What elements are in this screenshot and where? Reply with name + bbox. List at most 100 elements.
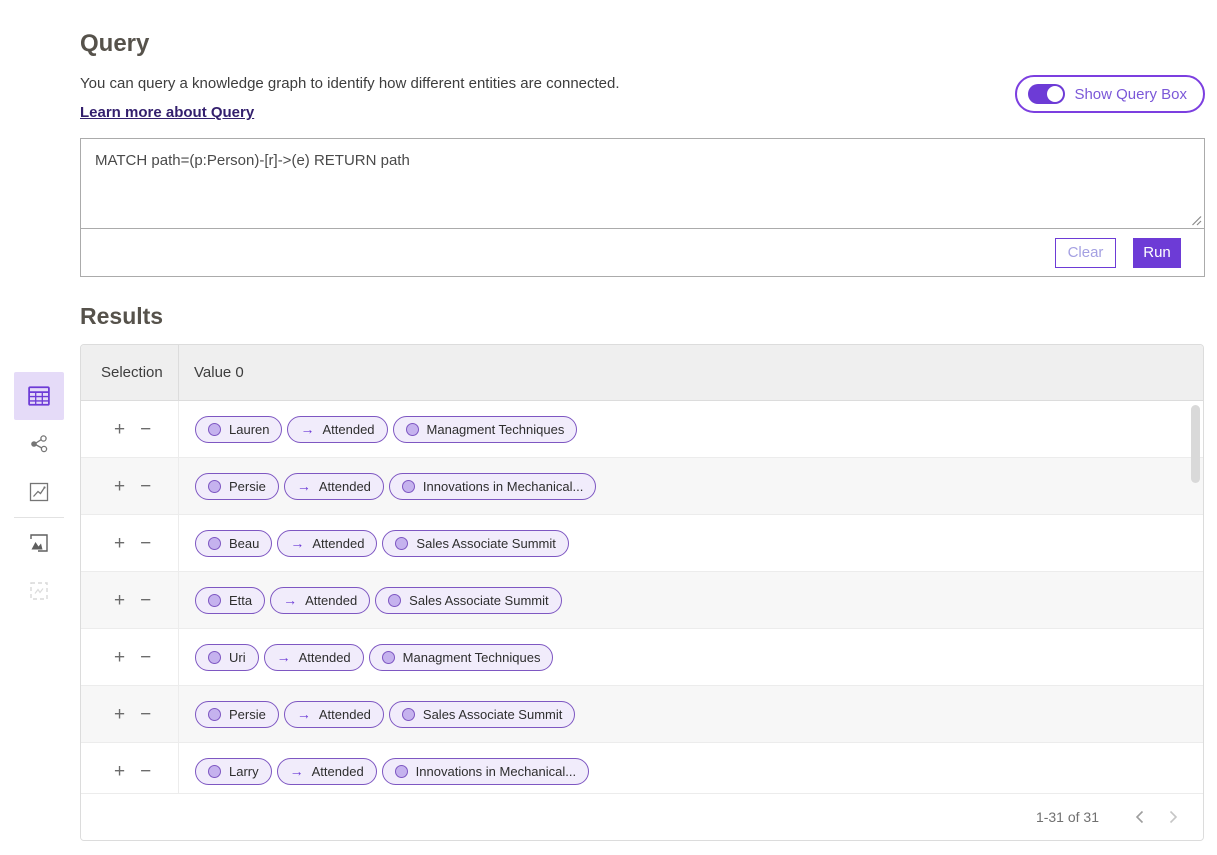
dashed-box-icon xyxy=(29,581,49,601)
selection-cell: + − xyxy=(81,572,178,628)
sidebar-divider xyxy=(14,517,64,518)
node-icon xyxy=(208,765,221,778)
arrow-right-icon: → xyxy=(297,479,311,493)
table-row: + − Larry → Attended Innovations in Mech… xyxy=(81,743,1203,793)
node-icon xyxy=(395,537,408,550)
collapse-row-button[interactable]: − xyxy=(140,705,151,724)
query-input[interactable]: MATCH path=(p:Person)-[r]->(e) RETURN pa… xyxy=(81,139,1204,229)
value-cell: Etta → Attended Sales Associate Summit xyxy=(178,572,1203,628)
selection-cell: + − xyxy=(81,401,178,457)
image-view-icon xyxy=(29,533,49,553)
entity-label: Sales Associate Summit xyxy=(409,593,548,608)
expand-row-button[interactable]: + xyxy=(114,534,125,553)
relation-label: Attended xyxy=(299,650,351,665)
table-row: + − Lauren → Attended Managment Techniqu… xyxy=(81,401,1203,458)
show-query-box-toggle[interactable]: Show Query Box xyxy=(1015,75,1205,113)
expand-row-button[interactable]: + xyxy=(114,705,125,724)
relation-chip[interactable]: → Attended xyxy=(284,473,384,500)
page-description: You can query a knowledge graph to ident… xyxy=(80,75,620,92)
arrow-right-icon: → xyxy=(297,707,311,721)
results-title: Results xyxy=(80,303,1205,330)
relation-chip[interactable]: → Attended xyxy=(277,530,377,557)
entity-chip[interactable]: Sales Associate Summit xyxy=(389,701,575,728)
entity-label: Managment Techniques xyxy=(427,422,565,437)
selection-cell: + − xyxy=(81,686,178,742)
column-header-value: Value 0 xyxy=(178,345,1203,400)
view-selection-button xyxy=(14,567,64,615)
collapse-row-button[interactable]: − xyxy=(140,591,151,610)
prev-page-button[interactable] xyxy=(1127,805,1151,829)
collapse-row-button[interactable]: − xyxy=(140,762,151,781)
resize-grip-icon[interactable] xyxy=(1191,215,1202,226)
results-table: Selection Value 0 + − Lauren → Attended … xyxy=(80,344,1204,841)
collapse-row-button[interactable]: − xyxy=(140,648,151,667)
learn-more-link[interactable]: Learn more about Query xyxy=(80,104,254,121)
entity-chip[interactable]: Persie xyxy=(195,701,279,728)
collapse-row-button[interactable]: − xyxy=(140,534,151,553)
toggle-on-icon xyxy=(1028,84,1065,104)
value-cell: Beau → Attended Sales Associate Summit xyxy=(178,515,1203,571)
expand-row-button[interactable]: + xyxy=(114,762,125,781)
entity-chip[interactable]: Etta xyxy=(195,587,265,614)
entity-chip[interactable]: Sales Associate Summit xyxy=(382,530,568,557)
node-icon xyxy=(208,480,221,493)
header-row: You can query a knowledge graph to ident… xyxy=(80,75,1205,122)
view-image-button[interactable] xyxy=(14,519,64,567)
entity-label: Sales Associate Summit xyxy=(416,536,555,551)
relation-label: Attended xyxy=(319,479,371,494)
column-header-selection: Selection xyxy=(81,364,178,381)
entity-chip[interactable]: Beau xyxy=(195,530,272,557)
entity-chip[interactable]: Uri xyxy=(195,644,259,671)
value-cell: Uri → Attended Managment Techniques xyxy=(178,629,1203,685)
table-row: + − Persie → Attended Innovations in Mec… xyxy=(81,458,1203,515)
collapse-row-button[interactable]: − xyxy=(140,420,151,439)
relation-chip[interactable]: → Attended xyxy=(287,416,387,443)
collapse-row-button[interactable]: − xyxy=(140,477,151,496)
entity-label: Larry xyxy=(229,764,259,779)
expand-row-button[interactable]: + xyxy=(114,591,125,610)
node-icon xyxy=(382,651,395,664)
selection-cell: + − xyxy=(81,743,178,793)
entity-chip[interactable]: Innovations in Mechanical... xyxy=(382,758,589,785)
next-page-button[interactable] xyxy=(1161,805,1185,829)
expand-row-button[interactable]: + xyxy=(114,648,125,667)
chevron-left-icon xyxy=(1135,810,1144,824)
entity-chip[interactable]: Persie xyxy=(195,473,279,500)
expand-row-button[interactable]: + xyxy=(114,420,125,439)
entity-chip[interactable]: Sales Associate Summit xyxy=(375,587,561,614)
main-content: Query You can query a knowledge graph to… xyxy=(80,0,1205,841)
table-row: + − Etta → Attended Sales Associate Summ… xyxy=(81,572,1203,629)
table-body: + − Lauren → Attended Managment Techniqu… xyxy=(81,401,1203,793)
relation-chip[interactable]: → Attended xyxy=(264,644,364,671)
entity-label: Lauren xyxy=(229,422,269,437)
scrollbar[interactable] xyxy=(1191,405,1200,483)
relation-chip[interactable]: → Attended xyxy=(277,758,377,785)
view-graph-button[interactable] xyxy=(14,420,64,468)
entity-chip[interactable]: Managment Techniques xyxy=(369,644,554,671)
entity-label: Etta xyxy=(229,593,252,608)
page-title: Query xyxy=(80,0,1205,58)
entity-chip[interactable]: Managment Techniques xyxy=(393,416,578,443)
view-table-button[interactable] xyxy=(14,372,64,420)
entity-label: Uri xyxy=(229,650,246,665)
description-block: You can query a knowledge graph to ident… xyxy=(80,75,620,122)
view-chart-button[interactable] xyxy=(14,468,64,516)
chevron-right-icon xyxy=(1169,810,1178,824)
view-switcher xyxy=(14,372,64,615)
clear-button[interactable]: Clear xyxy=(1055,238,1116,268)
arrow-right-icon: → xyxy=(277,650,291,664)
table-row: + − Persie → Attended Sales Associate Su… xyxy=(81,686,1203,743)
entity-label: Innovations in Mechanical... xyxy=(416,764,576,779)
query-box: MATCH path=(p:Person)-[r]->(e) RETURN pa… xyxy=(80,138,1205,277)
entity-chip[interactable]: Innovations in Mechanical... xyxy=(389,473,596,500)
arrow-right-icon: → xyxy=(290,764,304,778)
node-icon xyxy=(402,480,415,493)
relation-chip[interactable]: → Attended xyxy=(284,701,384,728)
entity-chip[interactable]: Larry xyxy=(195,758,272,785)
entity-chip[interactable]: Lauren xyxy=(195,416,282,443)
value-cell: Larry → Attended Innovations in Mechanic… xyxy=(178,743,1203,793)
expand-row-button[interactable]: + xyxy=(114,477,125,496)
run-button[interactable]: Run xyxy=(1133,238,1181,268)
relation-chip[interactable]: → Attended xyxy=(270,587,370,614)
query-page: Query You can query a knowledge graph to… xyxy=(0,0,1217,855)
